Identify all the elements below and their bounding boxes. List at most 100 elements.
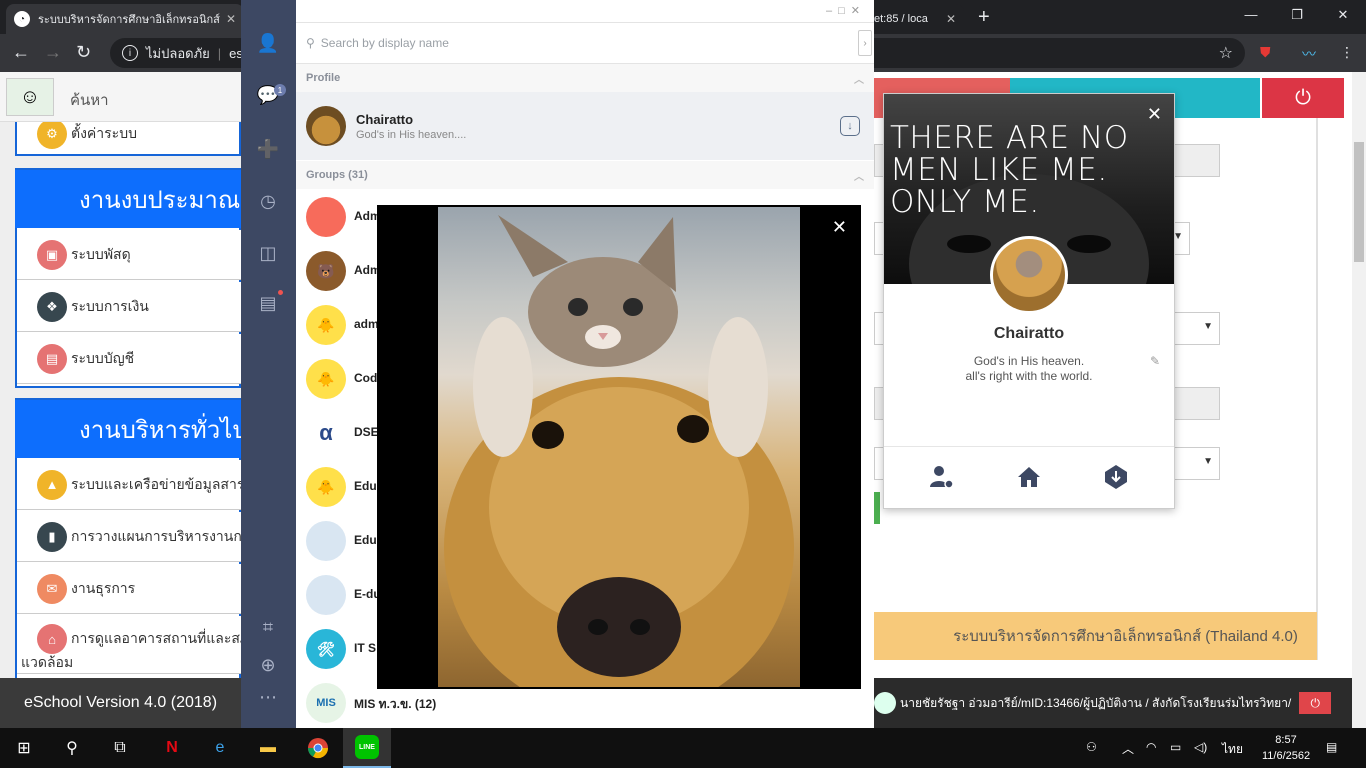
collapse-icon[interactable]: ︿ <box>854 168 864 183</box>
section-title-budget: งานงบประมาณ <box>15 170 241 228</box>
netflix-icon[interactable]: N <box>160 736 184 760</box>
cover-text: THERE ARE NO MEN LIKE ME. ONLY ME. <box>890 120 1129 220</box>
tab-other[interactable]: et:85 / loca ✕ <box>866 4 964 34</box>
minimize-icon[interactable]: — <box>1228 0 1274 30</box>
ublock-icon[interactable]: ⛊ <box>1260 44 1271 61</box>
my-profile-row[interactable]: Chairatto God's in His heaven.... ↓ <box>296 92 874 160</box>
clock-time: 8:57 <box>1275 734 1297 746</box>
wifi-icon[interactable]: ◠ <box>1146 740 1156 754</box>
menu-item-admin[interactable]: ✉ งานธุรการ <box>17 564 241 614</box>
group-avatar: 🐥 <box>306 359 346 399</box>
battery-icon[interactable]: ▭ <box>1170 740 1181 754</box>
collapse-icon[interactable]: ︿ <box>854 71 864 86</box>
gear-icon: ⚙ <box>37 119 67 149</box>
chevron-right-icon[interactable]: › <box>858 30 872 56</box>
menu-item-supplies[interactable]: ▣ ระบบพัสดุ <box>17 230 241 280</box>
line-sidebar: 👤 💬 1 ➕ ◷ ◫ ▤ ⌗ ⊕ ⋯ <box>241 0 296 728</box>
user-avatar-icon <box>874 692 896 714</box>
people-icon[interactable]: ⚇ <box>1086 740 1097 754</box>
profile-section-header[interactable]: Profile ︿ <box>296 64 874 92</box>
notification-dot <box>278 290 283 295</box>
group-avatar: 🛠 <box>306 629 346 669</box>
group-avatar <box>306 521 346 561</box>
group-name: DSE <box>354 425 379 439</box>
menu-dots-icon[interactable]: ⋮ <box>1340 44 1354 61</box>
reload-icon[interactable]: ↻ <box>76 42 91 63</box>
edge-icon[interactable]: e <box>208 736 232 760</box>
search-input[interactable]: ⚲ Search by display name › <box>296 22 874 64</box>
status-line-2: all's right with the world. <box>965 369 1093 383</box>
file-explorer-icon[interactable]: ▬ <box>256 736 280 760</box>
close-icon[interactable]: ✕ <box>1147 104 1162 125</box>
restore-icon[interactable]: ❐ <box>1274 0 1320 30</box>
avatar[interactable] <box>990 236 1068 314</box>
chevron-down-icon: ▼ <box>1203 456 1213 467</box>
profile-name: Chairatto <box>993 325 1065 342</box>
group-avatar: MIS <box>306 683 346 723</box>
user-settings-icon[interactable] <box>927 462 957 492</box>
menu-item-planning[interactable]: ▮ การวางแผนการบริหารงานการ <box>17 512 241 562</box>
add-friend-icon[interactable]: ➕ <box>257 138 279 160</box>
menu-item-label: การวางแผนการบริหารงานการ <box>71 527 241 544</box>
friends-icon[interactable]: 👤 <box>257 32 279 54</box>
tab-close-icon[interactable]: ✕ <box>226 12 236 26</box>
download-circle-icon[interactable]: ⊕ <box>257 654 279 676</box>
search-icon[interactable]: ⚲ <box>60 736 84 760</box>
search-input[interactable]: ค้นหา <box>70 88 109 112</box>
back-icon[interactable]: ← <box>12 42 30 63</box>
group-name: IT S <box>354 641 377 655</box>
bookmark-star-icon[interactable]: ☆ <box>1219 43 1233 63</box>
scrollbar-thumb[interactable] <box>1354 142 1364 262</box>
keep-icon[interactable]: ◫ <box>257 242 279 264</box>
menu-item-accounting[interactable]: ▤ ระบบบัญชี <box>17 334 241 384</box>
chevron-down-icon: ▼ <box>1203 321 1213 332</box>
download-icon[interactable] <box>1101 462 1131 492</box>
content-border <box>1316 118 1318 660</box>
group-name: MIS ท.ว.ข. (12) <box>354 697 437 711</box>
line-taskbar-icon[interactable]: LINE <box>343 728 391 768</box>
tray-up-icon[interactable]: ︿ <box>1122 740 1134 757</box>
notification-center-icon[interactable]: ▤ <box>1326 740 1337 754</box>
menu-item-network[interactable]: ▲ ระบบและเครือข่ายข้อมูลสารสนเทศ <box>17 460 241 510</box>
chrome-icon[interactable] <box>306 736 330 760</box>
line-window-controls[interactable]: –□✕ <box>826 4 866 17</box>
avatar[interactable] <box>306 106 346 146</box>
logout-power-button[interactable]: ⏻ <box>1262 78 1344 118</box>
close-icon[interactable]: ✕ <box>832 217 847 238</box>
green-button-edge[interactable] <box>874 492 880 524</box>
clock[interactable]: 8:57 11/6/2562 <box>1262 732 1310 764</box>
extension-icon[interactable]: 〰 <box>1302 44 1316 64</box>
tab-eschool[interactable]: ◔ ระบบบริหารจัดการศึกษาอิเล็กทรอนิกส์ ✕ <box>6 4 244 34</box>
power-icon[interactable]: ⏻ <box>1299 692 1332 714</box>
crop-icon[interactable]: ⌗ <box>257 616 279 638</box>
user-avatar-icon[interactable]: ☺ <box>6 78 54 116</box>
clock-date: 11/6/2562 <box>1262 750 1311 762</box>
search-icon: ⚲ <box>306 36 315 50</box>
groups-section-header[interactable]: Groups (31) ︿ <box>296 161 874 189</box>
pencil-edit-icon[interactable]: ✎ <box>1150 354 1160 368</box>
window-close-icon[interactable]: ✕ <box>1320 0 1366 30</box>
menu-item-buildings[interactable]: ⌂ การดูแลอาคารสถานที่และสภาพ แวดล้อม <box>17 616 241 674</box>
profile-status: God's in His heaven.... <box>356 129 467 141</box>
task-view-icon[interactable]: ⧉ <box>108 736 132 760</box>
windows-start-icon[interactable]: ⊞ <box>12 736 36 760</box>
volume-icon[interactable]: ◁) <box>1194 740 1207 754</box>
home-icon[interactable] <box>1014 462 1044 492</box>
school-icon: ⌂ <box>37 624 67 654</box>
page-scrollbar[interactable] <box>1352 72 1366 728</box>
forward-icon[interactable]: → <box>44 42 62 63</box>
tab-close-icon[interactable]: ✕ <box>946 12 956 26</box>
new-tab-icon[interactable]: + <box>978 6 990 29</box>
group-avatar: 🐥 <box>306 305 346 345</box>
history-clock-icon[interactable]: ◷ <box>257 190 279 212</box>
menu-item-finance[interactable]: ❖ ระบบการเงิน <box>17 282 241 332</box>
info-icon[interactable]: i <box>122 45 138 61</box>
language-indicator[interactable]: ไทย <box>1222 740 1243 759</box>
footer-banner: ระบบบริหารจัดการศึกษาอิเล็กทรอนิกส์ (Tha… <box>874 612 1317 660</box>
more-dots-icon[interactable]: ⋯ <box>257 686 279 708</box>
user-status-text: นายชัยรัชฐา อ่วมอารีย์/mID:13466/ผู้ปฏิบ… <box>900 695 1292 710</box>
menu-item-label: ระบบบัญชี <box>71 349 135 366</box>
timeline-icon[interactable]: ▤ <box>257 292 279 314</box>
download-icon[interactable]: ↓ <box>840 116 860 136</box>
box-icon: ▣ <box>37 239 67 270</box>
